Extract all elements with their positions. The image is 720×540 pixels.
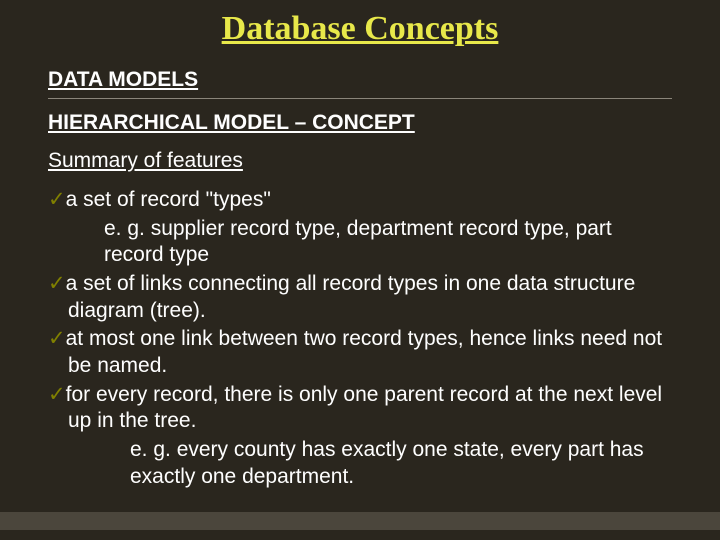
- bullet-3-text: at most one link between two record type…: [66, 327, 663, 377]
- bullet-2-text: a set of links connecting all record typ…: [66, 272, 636, 322]
- bullet-4-text: for every record, there is only one pare…: [66, 383, 662, 433]
- body-text: ✓a set of record "types" e. g. supplier …: [48, 187, 672, 490]
- bullet-4-example: e. g. every county has exactly one state…: [48, 437, 672, 490]
- slide: Database Concepts DATA MODELS HIERARCHIC…: [0, 0, 720, 540]
- subsection-heading: HIERARCHICAL MODEL – CONCEPT: [48, 111, 672, 135]
- bullet-1-text: a set of record "types": [66, 188, 271, 211]
- bullet-2: ✓a set of links connecting all record ty…: [48, 271, 672, 324]
- section-heading: DATA MODELS: [48, 68, 672, 92]
- bullet-1: ✓a set of record "types": [48, 187, 672, 214]
- bullet-4: ✓for every record, there is only one par…: [48, 382, 672, 435]
- bullet-1-example: e. g. supplier record type, department r…: [48, 216, 672, 269]
- check-icon: ✓: [48, 188, 66, 211]
- check-icon: ✓: [48, 327, 66, 350]
- check-icon: ✓: [48, 272, 66, 295]
- divider-line: [48, 98, 672, 99]
- summary-heading: Summary of features: [48, 149, 672, 173]
- bullet-3: ✓at most one link between two record typ…: [48, 326, 672, 379]
- slide-title: Database Concepts: [48, 10, 672, 48]
- check-icon: ✓: [48, 383, 66, 406]
- footer-bar: [0, 512, 720, 530]
